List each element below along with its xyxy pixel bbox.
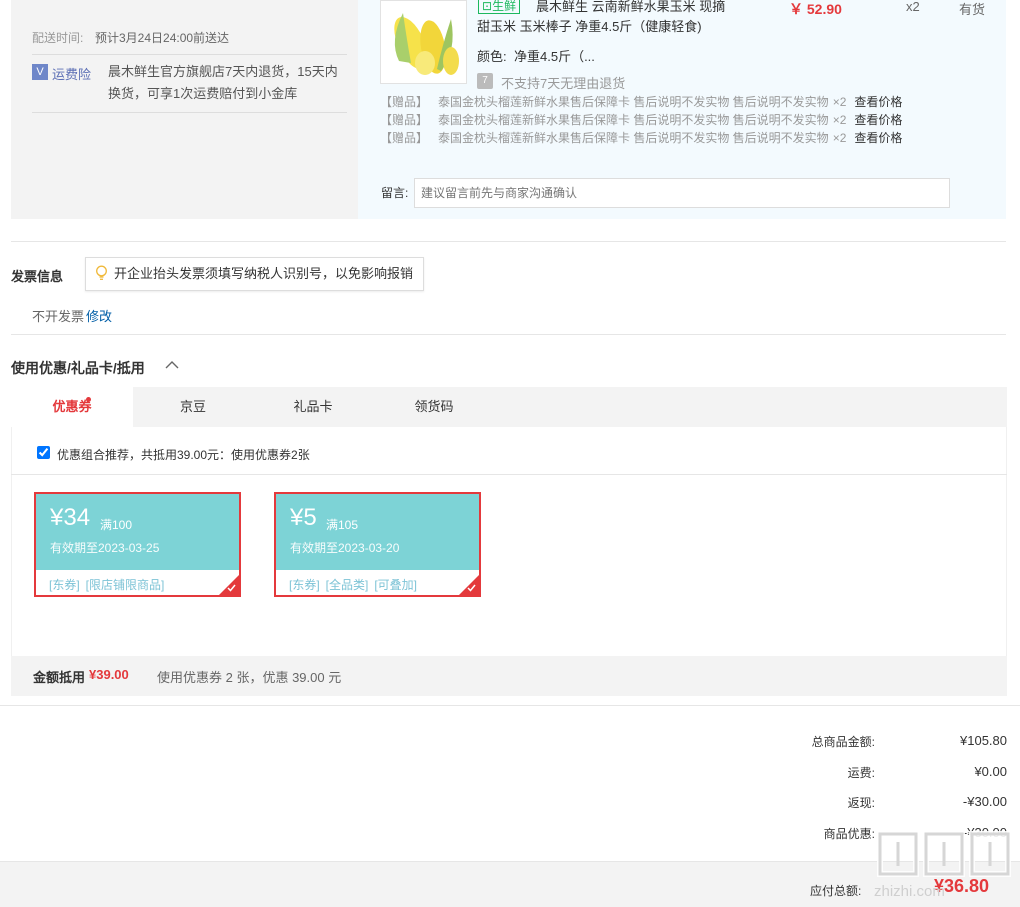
- coupon-amount: ¥34: [50, 504, 91, 531]
- total-label: 应付总额:: [810, 884, 862, 898]
- gift-title: 泰国金枕头榴莲新鲜水果售后保障卡 售后说明不发实物 售后说明不发实物: [438, 95, 829, 109]
- gift-qty: ×2: [832, 95, 847, 109]
- watermark-logo: zhizhi.com: [874, 831, 1011, 900]
- summary-value: ¥0.00: [974, 764, 1007, 779]
- product-subtitle[interactable]: 甜玉米 玉米棒子 净重4.5斤（健康轻食): [477, 16, 702, 35]
- gift-row: 【赠品】 泰国金枕头榴莲新鲜水果售后保障卡 售后说明不发实物 售后说明不发实物 ×2…: [380, 111, 902, 128]
- no-return-text: 不支持7天无理由退货: [501, 76, 626, 91]
- combo-recommend-text: 优惠组合推荐，共抵用39.00元：使用优惠券2张: [57, 448, 310, 462]
- product-image[interactable]: [380, 0, 467, 84]
- corn-image: [381, 1, 466, 83]
- gift-row: 【赠品】 泰国金枕头榴莲新鲜水果售后保障卡 售后说明不发实物 售后说明不发实物 ×2…: [380, 93, 902, 110]
- check-price-link[interactable]: 查看价格: [854, 95, 902, 109]
- tab-gift-card[interactable]: 礼品卡: [253, 387, 373, 427]
- divider: [11, 241, 1006, 242]
- invoice-tip: 开企业抬头发票须填写纳税人识别号，以免影响报销: [85, 257, 425, 291]
- discount-section-title[interactable]: 使用优惠/礼品卡/抵用: [11, 358, 145, 378]
- coupon-card[interactable]: ¥34 满100 有效期至2023-03-25 [东券] [限店铺限商品]: [34, 492, 241, 597]
- coupon-amount: ¥5: [290, 504, 317, 531]
- gift-qty: ×2: [832, 131, 847, 145]
- gift-title: 泰国金枕头榴莲新鲜水果售后保障卡 售后说明不发实物 售后说明不发实物: [438, 113, 829, 127]
- coupon-tags: [东券] [全品类] [可叠加]: [289, 576, 423, 593]
- chevron-up-icon[interactable]: [165, 360, 179, 370]
- invoice-edit-link[interactable]: 修改: [86, 306, 112, 325]
- product-price: ￥ 52.90: [789, 1, 842, 17]
- delivery-time-label: 配送时间:: [32, 31, 84, 45]
- fresh-icon: ⊡: [482, 0, 493, 13]
- gift-title: 泰国金枕头榴莲新鲜水果售后保障卡 售后说明不发实物 售后说明不发实物: [438, 131, 829, 145]
- divider: [32, 112, 347, 113]
- check-price-link[interactable]: 查看价格: [854, 113, 902, 127]
- check-price-link[interactable]: 查看价格: [854, 131, 902, 145]
- summary-label: 运费:: [847, 766, 875, 780]
- color-value: 净重4.5斤（...: [514, 49, 595, 64]
- delivery-time-value: 预计3月24日24:00前送达: [95, 31, 230, 45]
- coupon-condition: 满105: [326, 518, 359, 532]
- invoice-status: 不开发票: [32, 309, 85, 324]
- coupon-tag: [东券]: [49, 578, 80, 592]
- color-label: 颜色:: [477, 49, 507, 64]
- divider: [11, 474, 1007, 475]
- combo-recommend-checkbox[interactable]: [37, 446, 50, 459]
- coupon-expiry: 有效期至2023-03-20: [290, 541, 400, 555]
- divider: [0, 705, 1020, 706]
- coupon-card[interactable]: ¥5 满105 有效期至2023-03-20 [东券] [全品类] [可叠加]: [274, 492, 481, 597]
- shipping-insurance-label[interactable]: 运费险: [52, 64, 91, 83]
- tab-coupons[interactable]: 优惠券: [11, 387, 133, 427]
- gift-row: 【赠品】 泰国金枕头榴莲新鲜水果售后保障卡 售后说明不发实物 售后说明不发实物 ×2…: [380, 129, 902, 146]
- coupon-tag: [全品类]: [325, 578, 369, 592]
- discount-description: 使用优惠券 2 张，优惠 39.00 元: [157, 670, 342, 685]
- divider: [32, 54, 347, 55]
- tab-redeem-code[interactable]: 领货码: [373, 387, 495, 427]
- gift-label: 【赠品】: [380, 95, 429, 109]
- check-icon: [467, 584, 476, 592]
- product-quantity: x2: [906, 0, 920, 14]
- discount-amount-label: 金额抵用: [33, 670, 86, 685]
- summary-value: -¥30.00: [962, 794, 1007, 809]
- gift-label: 【赠品】: [380, 131, 429, 145]
- coupon-tag: [可叠加]: [374, 578, 418, 592]
- divider: [11, 334, 1006, 335]
- tab-jingdou[interactable]: 京豆: [133, 387, 253, 427]
- message-input[interactable]: [414, 178, 950, 208]
- invoice-title: 发票信息: [11, 269, 64, 284]
- coupon-expiry: 有效期至2023-03-25: [50, 541, 160, 555]
- message-label: 留言:: [381, 186, 409, 200]
- coupon-tag: [限店铺限商品]: [85, 578, 165, 592]
- summary-label: 商品优惠:: [823, 827, 875, 841]
- summary-label: 总商品金额:: [811, 735, 875, 749]
- svg-text:zhizhi.com: zhizhi.com: [874, 883, 945, 900]
- check-icon: [227, 584, 236, 592]
- summary-value: ¥105.80: [960, 733, 1007, 748]
- gift-label: 【赠品】: [380, 113, 429, 127]
- new-dot-badge: [86, 397, 91, 402]
- summary-label: 返现:: [847, 796, 875, 810]
- coupon-condition: 满100: [100, 518, 133, 532]
- product-title[interactable]: 晨木鲜生 云南新鲜水果玉米 现摘: [536, 0, 766, 17]
- no-return-icon: 7: [477, 73, 493, 89]
- coupon-tags: [东券] [限店铺限商品]: [49, 576, 170, 593]
- shipping-insurance-text: 晨木鲜生官方旗舰店7天内退货，15天内换货，可享1次运费赔付到小金库: [108, 64, 338, 101]
- fresh-tag-badge: ⊡生鲜: [478, 0, 521, 14]
- total-bar: [0, 862, 1020, 907]
- coupon-tag: [东券]: [289, 578, 320, 592]
- gift-qty: ×2: [832, 113, 847, 127]
- stock-status: 有货: [959, 2, 986, 17]
- discount-amount-value: ¥39.00: [89, 667, 129, 682]
- lightbulb-icon: [96, 265, 107, 280]
- shipping-insurance-icon: V: [32, 64, 48, 80]
